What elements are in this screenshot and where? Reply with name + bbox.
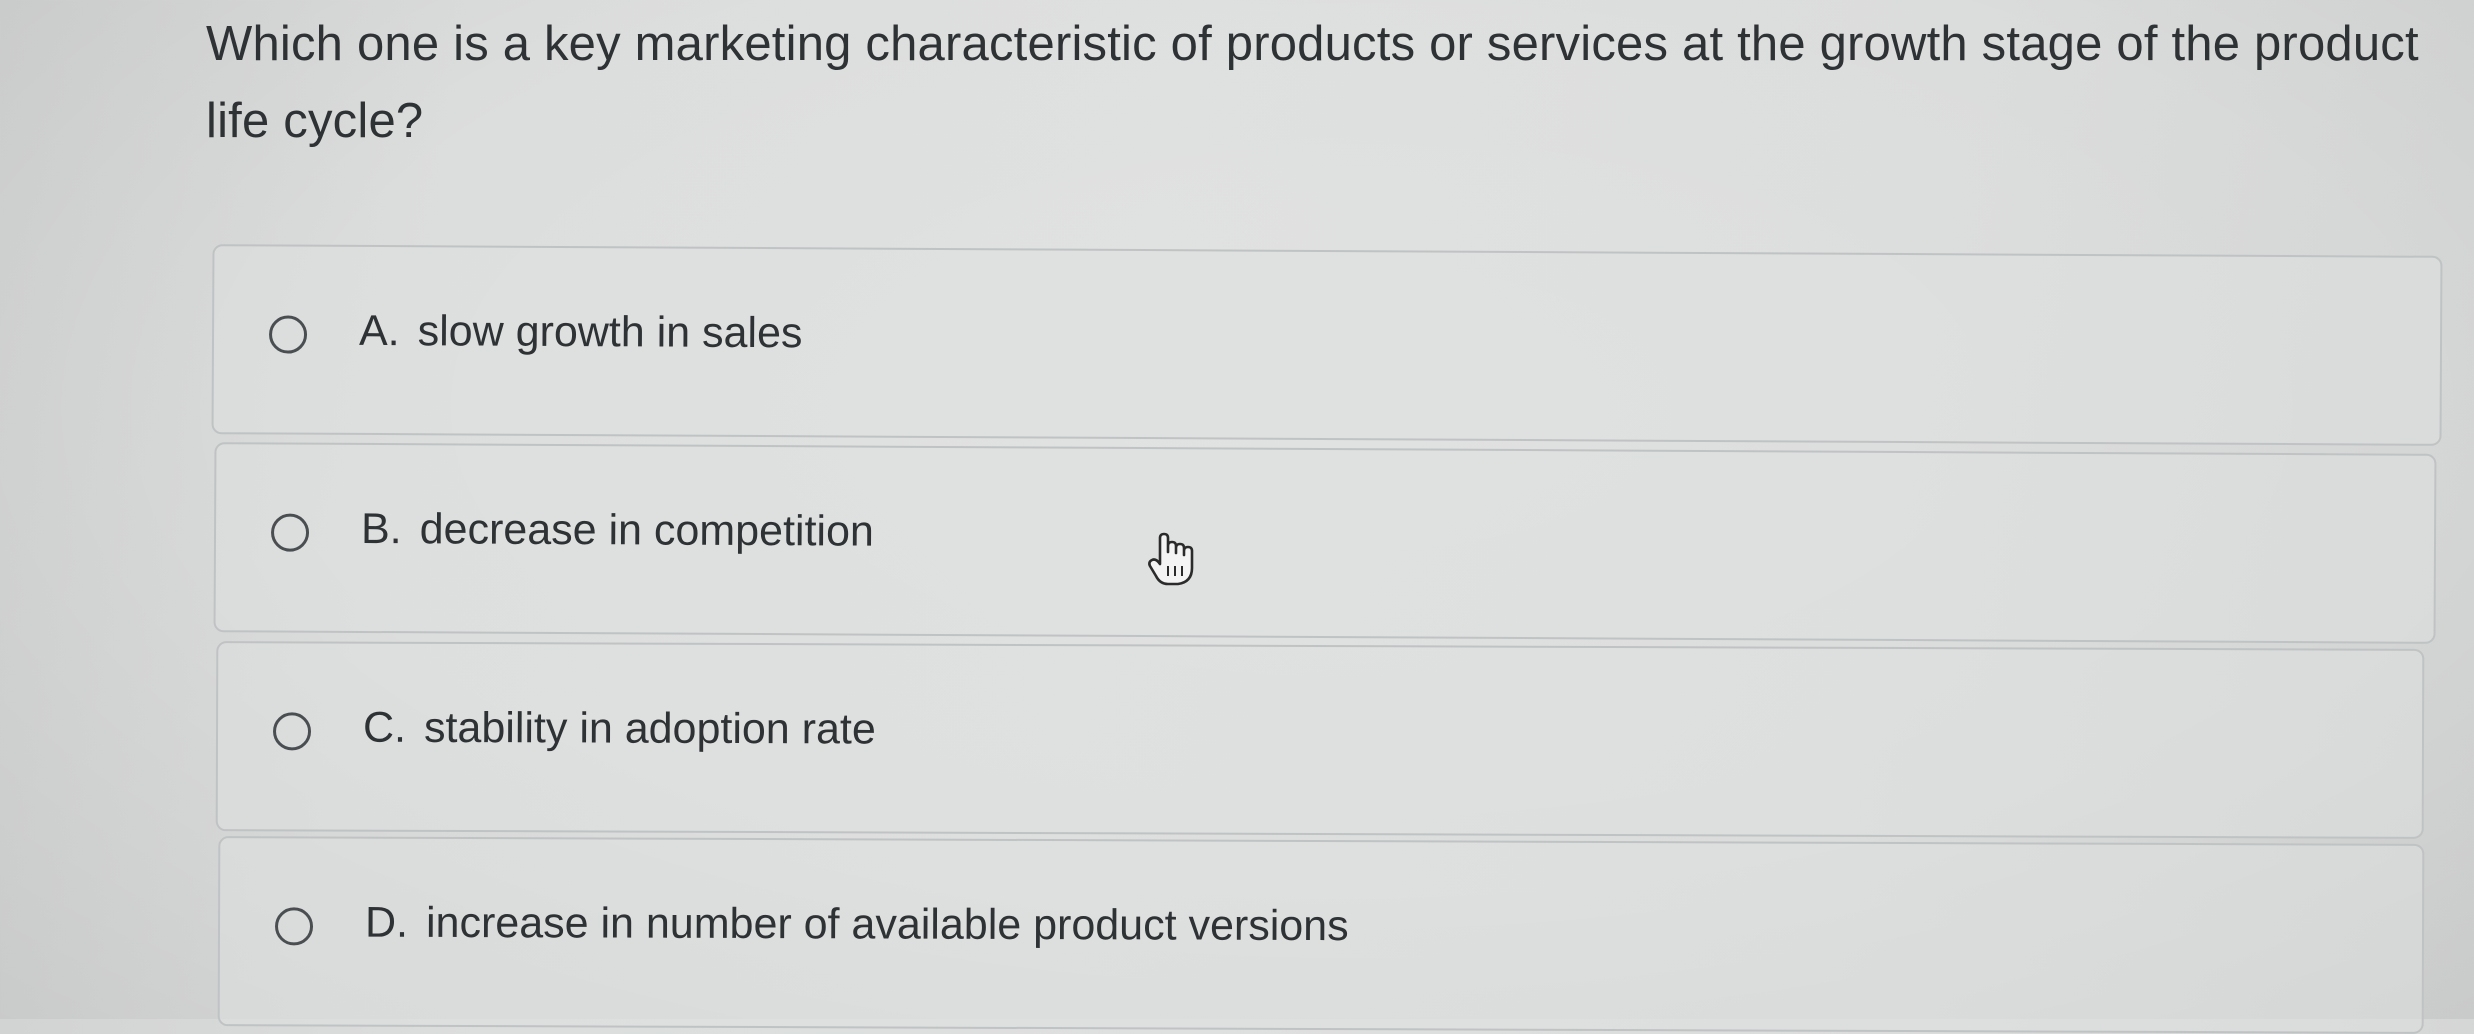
option-label: C. stability in adoption rate <box>363 696 876 762</box>
option-label: B. decrease in competition <box>361 497 874 564</box>
option-text: slow growth in sales <box>417 307 803 358</box>
radio-button-icon[interactable] <box>268 315 308 354</box>
answer-option-a[interactable]: A. slow growth in sales <box>211 244 2443 446</box>
radio-button-icon[interactable] <box>274 907 314 946</box>
radio-button-icon[interactable] <box>270 513 310 552</box>
option-text: increase in number of available product … <box>425 898 1349 951</box>
option-text: decrease in competition <box>419 505 874 556</box>
option-letter: B. <box>360 504 402 554</box>
option-text: stability in adoption rate <box>423 703 876 754</box>
radio-button-icon[interactable] <box>272 712 312 751</box>
option-letter: C. <box>362 703 407 752</box>
hand-pointer-icon <box>1148 532 1194 586</box>
answer-option-c[interactable]: C. stability in adoption rate <box>215 641 2425 839</box>
answer-option-d[interactable]: D. increase in number of available produc… <box>217 836 2425 1034</box>
answer-option-b[interactable]: B. decrease in competition <box>213 442 2437 644</box>
option-letter: A. <box>358 306 400 356</box>
option-label: A. slow growth in sales <box>359 299 803 365</box>
question-text: Which one is a key marketing characteris… <box>206 17 2419 148</box>
option-label: D. increase in number of available produc… <box>365 891 1349 958</box>
option-letter: D. <box>364 898 409 947</box>
